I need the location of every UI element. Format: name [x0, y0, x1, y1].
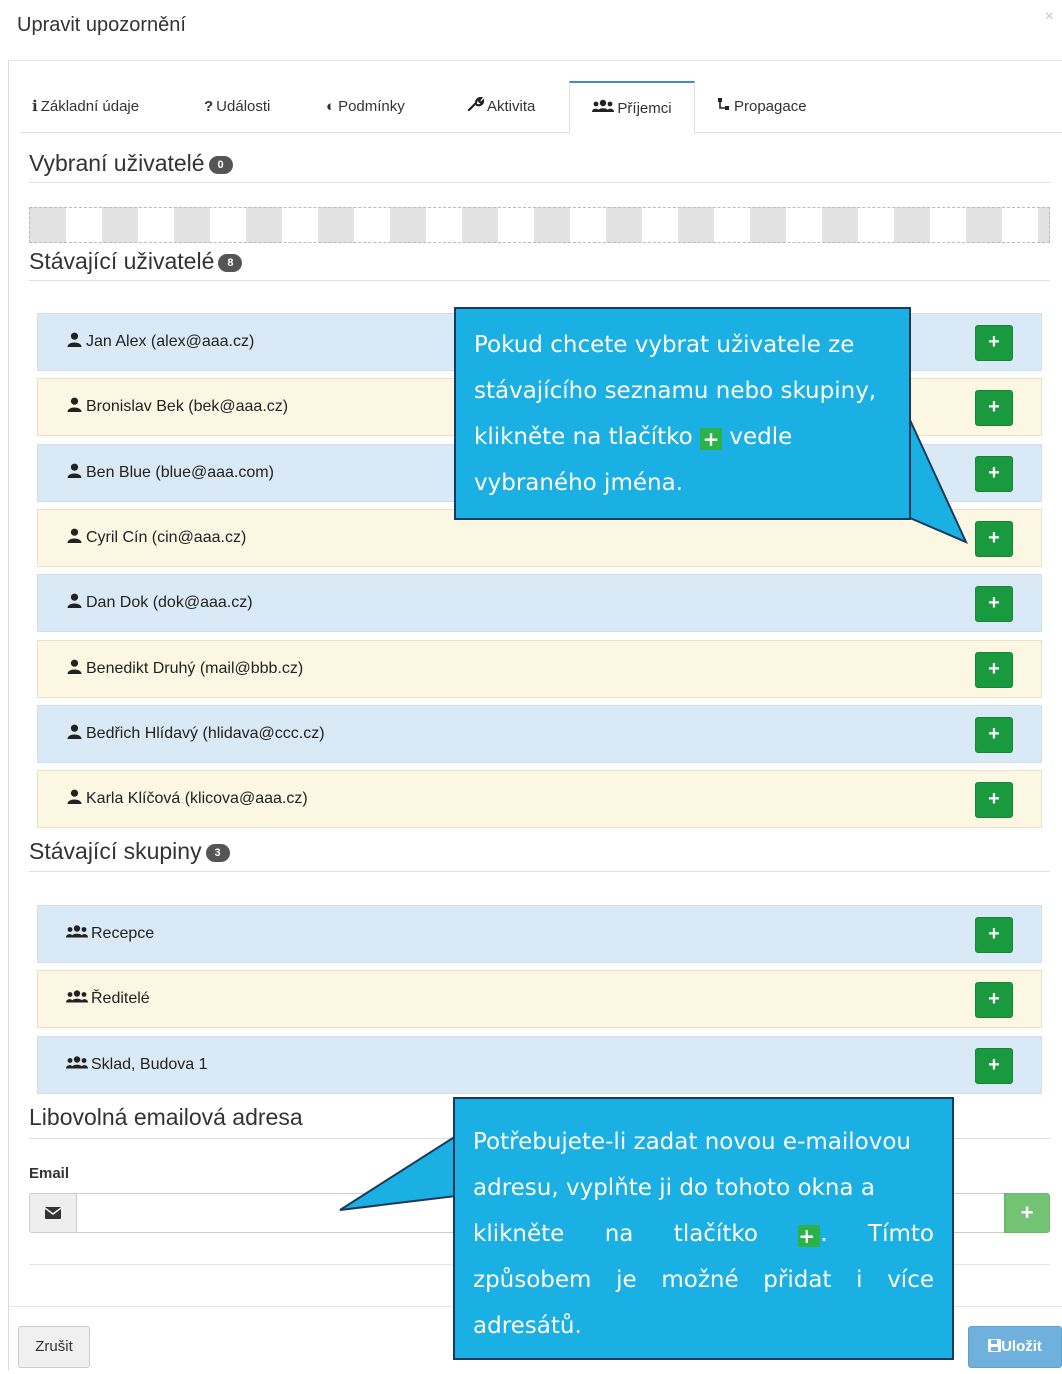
add-email-button[interactable]: +: [1004, 1193, 1050, 1233]
section-divider: [29, 871, 1050, 872]
user-name: Jan Alex (alex@aaa.cz): [86, 333, 255, 350]
user-icon: [67, 397, 82, 413]
user-name: Karla Klíčová (klicova@aaa.cz): [86, 790, 308, 808]
close-icon[interactable]: ×: [1045, 8, 1054, 26]
add-group-button[interactable]: +: [975, 982, 1013, 1019]
tab-conditions[interactable]: ◐ Podmínky: [326, 81, 405, 133]
callout-custom-email: Potřebujete-li zadat novou e-mailovou ad…: [453, 1097, 954, 1360]
add-user-button[interactable]: +: [975, 716, 1013, 753]
group-name: Sklad, Budova 1: [91, 1055, 208, 1073]
user-label: Benedikt Druhý (mail@bbb.cz): [66, 641, 303, 697]
group-row: Recepce +: [37, 905, 1042, 963]
add-group-button[interactable]: +: [975, 917, 1013, 953]
tab-propagation[interactable]: Propagace: [717, 81, 807, 133]
modal-title: Upravit upozornění: [17, 14, 186, 36]
email-label: Email: [29, 1165, 70, 1182]
tab-events[interactable]: ? Události: [204, 81, 270, 133]
selected-users-dropzone[interactable]: [29, 207, 1050, 243]
group-row: Sklad, Budova 1 +: [37, 1035, 1042, 1094]
users-icon: [66, 990, 88, 1003]
tab-recipients[interactable]: Příjemci: [569, 81, 695, 134]
info-icon: ℹ: [32, 98, 38, 115]
user-name: Cyril Cín (cin@aaa.cz): [86, 528, 247, 546]
email-section-heading: Libovolná emailová adresa: [29, 1104, 303, 1130]
cancel-button[interactable]: Zrušit: [18, 1326, 90, 1368]
section-divider: [29, 182, 1050, 183]
user-name: Ben Blue (blue@aaa.com): [86, 463, 274, 481]
tab-basic-info[interactable]: ℹ Základní údaje: [32, 81, 139, 133]
user-row: Karla Klíčová (klicova@aaa.cz) +: [37, 770, 1042, 829]
question-icon: ?: [204, 98, 214, 115]
save-button[interactable]: Uložit: [968, 1326, 1062, 1368]
existing-groups-heading: Stávající skupiny 3: [29, 838, 230, 865]
group-name: Ředitelé: [91, 990, 150, 1008]
users-icon: [592, 83, 615, 135]
user-name: Benedikt Druhý (mail@bbb.cz): [86, 659, 304, 677]
user-icon: [67, 528, 82, 543]
user-label: Ben Blue (blue@aaa.com): [66, 445, 274, 501]
user-label: Bronislav Bek (bek@aaa.cz): [66, 379, 288, 435]
user-name: Bronislav Bek (bek@aaa.cz): [86, 398, 289, 416]
user-icon: [67, 463, 82, 478]
sitemap-icon: [717, 81, 731, 133]
selected-users-heading: Vybraní uživatelé 0: [29, 150, 233, 177]
add-user-button[interactable]: +: [975, 586, 1013, 623]
user-row: Benedikt Druhý (mail@bbb.cz) +: [37, 639, 1042, 698]
user-icon: [67, 593, 82, 609]
user-label: Dan Dok (dok@aaa.cz): [66, 575, 253, 631]
wrench-icon: [467, 81, 485, 133]
user-row: Bedřich Hlídavý (hlidava@ccc.cz) +: [37, 704, 1042, 763]
user-name: Dan Dok (dok@aaa.cz): [86, 594, 253, 612]
modal-border: [8, 60, 9, 1370]
callout-pointer: [339, 1135, 457, 1211]
add-user-button[interactable]: +: [975, 390, 1013, 427]
add-user-button[interactable]: +: [975, 651, 1013, 688]
existing-groups-count-badge: 3: [205, 844, 230, 862]
user-label: Karla Klíčová (klicova@aaa.cz): [66, 771, 308, 827]
group-label: Ředitelé: [66, 971, 150, 1027]
user-icon: [67, 724, 82, 739]
user-icon: [67, 659, 82, 674]
add-user-button[interactable]: +: [975, 325, 1013, 361]
user-label: Bedřich Hlídavý (hlidava@ccc.cz): [66, 706, 325, 762]
group-label: Sklad, Budova 1: [66, 1037, 208, 1093]
user-label: Cyril Cín (cin@aaa.cz): [66, 510, 246, 566]
user-icon: [67, 789, 82, 805]
user-label: Jan Alex (alex@aaa.cz): [66, 314, 254, 370]
user-icon: [67, 332, 82, 347]
header-divider: [8, 60, 1062, 61]
group-row: Ředitelé +: [37, 970, 1042, 1029]
users-icon: [66, 925, 88, 938]
user-name: Bedřich Hlídavý (hlidava@ccc.cz): [86, 724, 325, 742]
existing-users-count-badge: 8: [218, 254, 243, 272]
plus-icon: +: [798, 1225, 821, 1247]
add-user-button[interactable]: +: [975, 455, 1013, 492]
group-name: Recepce: [91, 925, 155, 942]
add-user-button[interactable]: +: [975, 520, 1013, 557]
plus-icon: +: [700, 428, 723, 450]
section-divider: [29, 280, 1050, 281]
selected-users-count-badge: 0: [208, 156, 233, 174]
callout-select-users: Pokud chcete vybrat uživatele ze stávají…: [454, 307, 911, 520]
tab-bar: ℹ Základní údaje ? Události ◐ Podmínky Akti…: [20, 81, 1062, 134]
add-group-button[interactable]: +: [975, 1047, 1013, 1084]
existing-users-heading: Stávající uživatelé 8: [29, 248, 243, 275]
users-icon: [66, 1055, 88, 1069]
add-user-button[interactable]: +: [975, 782, 1013, 819]
email-addon: [29, 1193, 77, 1233]
group-label: Recepce: [66, 906, 154, 962]
floppy-disk-icon: [988, 1339, 1002, 1352]
envelope-icon: [44, 1207, 62, 1219]
user-row: Dan Dok (dok@aaa.cz) +: [37, 574, 1042, 633]
half-circle-icon: ◐: [326, 98, 336, 115]
tab-activity[interactable]: Aktivita: [467, 81, 535, 133]
